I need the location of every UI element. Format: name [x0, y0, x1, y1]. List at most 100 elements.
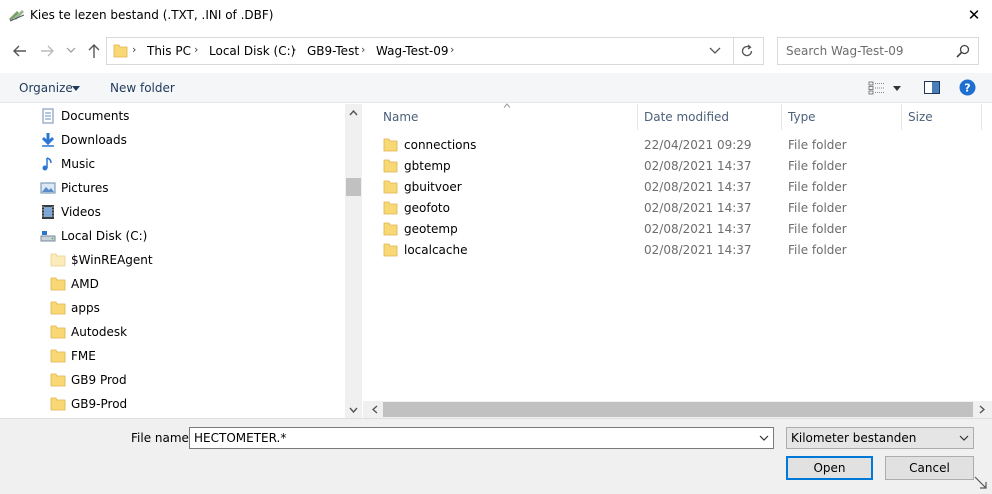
nav-item-fme[interactable]: FME	[50, 344, 96, 368]
resize-grip-icon[interactable]	[972, 474, 990, 492]
address-dropdown-icon[interactable]	[709, 47, 721, 55]
navigation-pane: Documents Downloads Music Pictures Video…	[0, 104, 362, 418]
search-input[interactable]: Search Wag-Test-09	[777, 37, 979, 65]
refresh-icon[interactable]	[739, 43, 755, 59]
column-divider[interactable]	[901, 104, 902, 130]
forward-arrow-icon[interactable]	[37, 41, 57, 61]
file-date: 02/08/2021 14:37	[644, 222, 752, 236]
horizontal-scroll-thumb[interactable]	[383, 402, 973, 417]
cancel-button[interactable]: Cancel	[885, 456, 974, 480]
folder-icon	[50, 277, 66, 291]
breadcrumb-separator: ›	[132, 43, 137, 56]
back-arrow-icon[interactable]	[10, 41, 30, 61]
folder-icon	[383, 138, 398, 152]
nav-item-downloads[interactable]: Downloads	[40, 128, 127, 152]
file-row[interactable]: gbuitvoer 02/08/2021 14:37 File folder	[383, 177, 983, 198]
chevron-down-icon[interactable]	[72, 86, 80, 91]
svg-text:?: ?	[964, 82, 970, 95]
column-header-name[interactable]: Name	[383, 104, 418, 130]
nav-item-label: apps	[71, 301, 100, 315]
file-row[interactable]: geotemp 02/08/2021 14:37 File folder	[383, 219, 983, 240]
file-name: gbuitvoer	[404, 180, 462, 194]
search-placeholder: Search Wag-Test-09	[786, 44, 904, 58]
file-name: geofoto	[404, 201, 450, 215]
file-date: 02/08/2021 14:37	[644, 243, 752, 257]
column-header-type[interactable]: Type	[788, 104, 816, 130]
breadcrumb-gb9-test[interactable]: GB9-Test	[307, 44, 359, 58]
organize-button[interactable]: Organize	[19, 81, 73, 95]
file-type: File folder	[788, 201, 847, 215]
scroll-up-icon[interactable]	[345, 104, 362, 121]
chevron-down-icon[interactable]	[959, 435, 969, 441]
file-name-input[interactable]: HECTOMETER.*	[189, 427, 774, 449]
downloads-icon	[41, 133, 55, 147]
column-divider[interactable]	[981, 104, 982, 130]
scroll-left-icon[interactable]	[366, 401, 383, 418]
nav-item-documents[interactable]: Documents	[40, 104, 129, 128]
nav-item-amd[interactable]: AMD	[50, 272, 99, 296]
nav-item-winreagent[interactable]: $WinREAgent	[50, 248, 153, 272]
command-bar: Organize New folder ?	[0, 73, 992, 103]
file-date: 02/08/2021 14:37	[644, 159, 752, 173]
breadcrumb-separator: ›	[194, 43, 199, 56]
nav-item-label: AMD	[71, 277, 99, 291]
up-arrow-icon[interactable]	[84, 41, 104, 61]
close-button[interactable]: ✕	[960, 4, 988, 26]
nav-item-label: Autodesk	[71, 325, 128, 339]
file-row[interactable]: gbtemp 02/08/2021 14:37 File folder	[383, 156, 983, 177]
nav-item-gb9-prod[interactable]: GB9 Prod	[50, 368, 127, 392]
chevron-down-icon[interactable]	[759, 435, 769, 441]
nav-scroll-thumb[interactable]	[346, 178, 361, 196]
breadcrumb-this-pc[interactable]: This PC	[147, 44, 191, 58]
file-name: gbtemp	[404, 159, 451, 173]
recent-locations-icon[interactable]	[66, 45, 76, 55]
file-row[interactable]: geofoto 02/08/2021 14:37 File folder	[383, 198, 983, 219]
breadcrumb-local-disk[interactable]: Local Disk (C:)	[209, 44, 295, 58]
file-date: 22/04/2021 09:29	[644, 138, 752, 152]
file-name: connections	[404, 138, 477, 152]
file-row[interactable]: localcache 02/08/2021 14:37 File folder	[383, 240, 983, 261]
view-options-icon[interactable]	[868, 81, 886, 95]
nav-item-label: Documents	[61, 109, 130, 123]
help-icon[interactable]: ?	[959, 79, 976, 96]
preview-pane-icon[interactable]	[924, 81, 940, 94]
file-type-filter-select[interactable]: Kilometer bestanden	[786, 427, 974, 449]
folder-icon	[50, 301, 66, 315]
nav-item-local-disk[interactable]: Local Disk (C:)	[40, 224, 147, 248]
app-icon	[9, 10, 25, 22]
new-folder-button[interactable]: New folder	[110, 81, 175, 95]
music-icon	[42, 157, 52, 171]
nav-scrollbar[interactable]	[345, 104, 362, 418]
address-bar[interactable]: › This PC › Local Disk (C:) › GB9-Test ›…	[106, 37, 764, 65]
nav-item-apps[interactable]: apps	[50, 296, 100, 320]
folder-icon	[50, 349, 66, 363]
folder-icon	[383, 201, 398, 215]
breadcrumb-separator: ›	[361, 43, 366, 56]
scroll-down-icon[interactable]	[345, 401, 362, 418]
nav-item-autodesk[interactable]: Autodesk	[50, 320, 127, 344]
folder-icon	[50, 325, 66, 339]
nav-item-videos[interactable]: Videos	[40, 200, 101, 224]
open-button[interactable]: Open	[786, 456, 873, 480]
column-divider[interactable]	[637, 104, 638, 130]
nav-item-pictures[interactable]: Pictures	[40, 176, 109, 200]
column-divider[interactable]	[781, 104, 782, 130]
nav-item-label: Downloads	[61, 133, 127, 147]
nav-item-music[interactable]: Music	[40, 152, 95, 176]
nav-item-label: Music	[61, 157, 96, 171]
nav-item-gb9-prod-2[interactable]: GB9-Prod	[50, 392, 127, 416]
file-type-filter-value: Kilometer bestanden	[791, 431, 917, 445]
documents-icon	[42, 108, 54, 124]
scroll-right-icon[interactable]	[973, 401, 990, 418]
breadcrumb-wag-test-09[interactable]: Wag-Test-09	[376, 44, 449, 58]
pictures-icon	[40, 182, 56, 194]
drive-icon	[40, 231, 56, 242]
file-type: File folder	[788, 243, 847, 257]
file-name-label: File name:	[131, 431, 193, 445]
window-title: Kies te lezen bestand (.TXT, .INI of .DB…	[30, 8, 274, 22]
file-row[interactable]: connections 22/04/2021 09:29 File folder	[383, 135, 983, 156]
column-header-date[interactable]: Date modified	[644, 104, 729, 130]
chevron-down-icon[interactable]	[893, 86, 901, 91]
nav-item-label: GB9 Prod	[71, 373, 127, 387]
column-header-size[interactable]: Size	[908, 104, 933, 130]
